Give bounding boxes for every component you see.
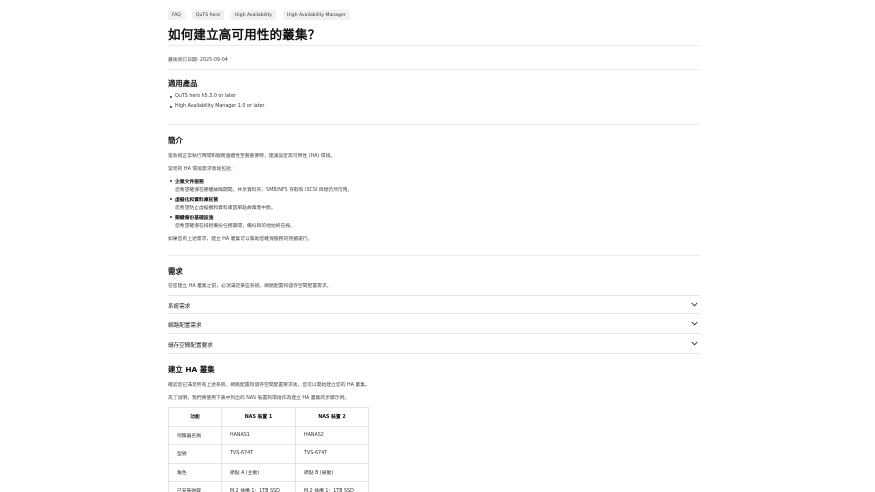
build-para-2: 為了說明，我們將使用下表中列出的 NAS 裝置和環境作為建立 HA 叢集的步驟示… [168, 396, 350, 401]
table-cell: M.2 插槽 1：1TB SSD [295, 481, 369, 492]
tag-faq[interactable]: FAQ [168, 10, 185, 20]
chevron-down-icon [691, 302, 698, 307]
page-title: 如何建立高可用性的叢集？ [168, 27, 321, 42]
accordion-label: 網路配置需求 [168, 323, 202, 329]
accordion-network-requirements[interactable]: 網路配置需求 [168, 315, 700, 334]
table-header-row: 功能 NAS 裝置 1 NAS 裝置 2 [168, 407, 369, 427]
table-cell: HANAS1 [221, 425, 296, 445]
accordion-label: 儲存空間配置要求 [168, 343, 213, 349]
chevron-down-icon [691, 321, 698, 326]
table-row: 型號 TVS-674T TVS-674T [168, 444, 369, 464]
table-row: 角色 節點 A (主動) 節點 B (被動) [168, 462, 369, 482]
intro-heading: 簡介 [168, 136, 183, 145]
table-cell: M.2 插槽 1：1TB SSD [221, 481, 296, 492]
intro-para-2: 常見的 HA 環境需求情境包括： [168, 167, 236, 172]
scenario-desc: 您希望確保在排程備份任務期間，備份目的地始終在線。 [175, 224, 295, 229]
divider [168, 45, 700, 46]
requirements-para: 在您建立 HA 叢集之前，必須滿足某些系統、網路配置和儲存空間配置需求。 [168, 284, 332, 289]
table-row: 已安裝磁碟 M.2 插槽 1：1TB SSD M.2 插槽 1：1TB SSD [168, 481, 369, 492]
accordion-label: 系統需求 [168, 304, 191, 310]
tag-high-availability[interactable]: High Availability [230, 10, 277, 20]
list-item: QuTS hero h5.3.0 or later [170, 94, 236, 99]
scenario-desc: 您希望防止虛擬機和資料庫因單點故障而中斷。 [175, 206, 276, 211]
tag-quts-hero[interactable]: QuTS hero [191, 10, 224, 20]
divider [168, 69, 700, 70]
requirements-heading: 需求 [168, 267, 183, 276]
build-heading: 建立 HA 叢集 [168, 365, 215, 374]
table-cell: 節點 B (被動) [295, 462, 369, 482]
table-row: 伺服器名稱 HANAS1 HANAS2 [168, 425, 369, 445]
table-cell: 型號 [168, 444, 222, 464]
tag-ha-manager[interactable]: High Availability Manager [283, 10, 350, 20]
table-cell: 角色 [168, 462, 222, 482]
table-cell: TVS-674T [221, 444, 296, 464]
applicable-heading: 適用產品 [168, 79, 198, 88]
accordion-storage-requirements[interactable]: 儲存空間配置要求 [168, 335, 700, 354]
accordion-system-requirements[interactable]: 系統需求 [168, 295, 700, 314]
scenario-desc: 您希望確保在硬體故障期間，共享資料夾、SMB/NFS 存取和 iSCSI 目標仍… [175, 188, 353, 193]
intro-para-3: 如果您有上述需求，建立 HA 叢集可以幫助您確保服務的持續運行。 [168, 237, 313, 242]
chevron-down-icon [691, 341, 698, 346]
intro-para-1: 當系統正常執行時間和服務連續性至關重要時，建議設定高可用性 (HA) 環境。 [168, 154, 336, 159]
nas-device-table: 功能 NAS 裝置 1 NAS 裝置 2 伺服器名稱 HANAS1 HANAS2… [168, 407, 369, 492]
table-cell: 已安裝磁碟 [168, 481, 222, 492]
scenario-title: 關鍵備份基礎設施 [169, 216, 214, 221]
last-modified: 最後修訂日期: 2025-09-04 [168, 58, 228, 63]
divider [168, 255, 700, 256]
table-header-cell: 功能 [168, 407, 222, 427]
table-cell: HANAS2 [295, 425, 369, 445]
breadcrumb: FAQ QuTS hero High Availability High Ava… [168, 10, 350, 20]
scenario-title: 企業文件服務 [170, 180, 204, 185]
table-header-cell: NAS 裝置 1 [221, 407, 296, 427]
list-item: High Availability Manager 1.0 or later [169, 104, 265, 109]
build-para-1: 確認您已滿足所有上述系統、網路配置和儲存空間配置要求後，您可以開始建立您的 HA… [168, 383, 370, 388]
table-cell: 節點 A (主動) [221, 462, 296, 482]
table-cell: TVS-674T [295, 444, 369, 464]
divider [168, 124, 700, 125]
table-header-cell: NAS 裝置 2 [295, 407, 369, 427]
table-cell: 伺服器名稱 [168, 425, 222, 445]
scenario-title: 虛擬化和資料庫託管 [169, 198, 219, 203]
